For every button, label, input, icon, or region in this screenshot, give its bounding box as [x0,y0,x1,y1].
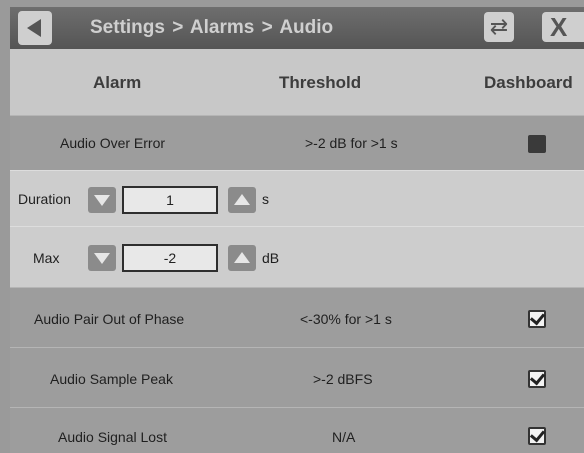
table-row-audio-signal-lost[interactable]: Audio Signal Lost N/A [10,407,584,453]
breadcrumb-separator: > [261,17,273,38]
max-increment-button[interactable] [228,245,256,271]
back-arrow-icon [27,19,41,37]
duration-decrement-button[interactable] [88,187,116,213]
alarm-name: Audio Over Error [60,135,166,151]
duration-increment-button[interactable] [228,187,256,213]
triangle-down-icon [94,253,110,264]
triangle-down-icon [94,195,110,206]
table-row-audio-over-error[interactable]: Audio Over Error >-2 dB for >1 s [10,115,584,171]
checkmark-icon [529,309,546,326]
back-button[interactable] [18,11,52,45]
duration-setting-row: Duration 1 s [10,170,584,227]
swap-icon: ⇄ [489,14,509,39]
triangle-up-icon [234,252,250,263]
audio-alarms-page: Settings > Alarms > Audio ⇄ X Alarm Thre… [0,0,584,453]
max-decrement-button[interactable] [88,245,116,271]
column-header: Alarm Threshold Dashboard [10,49,584,115]
breadcrumb: Settings > Alarms > Audio [90,17,333,39]
checkmark-icon [529,426,546,443]
max-label: Max [33,250,60,266]
swap-button[interactable]: ⇄ [484,12,514,42]
table-row-audio-pair-out-of-phase[interactable]: Audio Pair Out of Phase <-30% for >1 s [10,287,584,347]
dashboard-checkbox[interactable] [528,426,546,445]
alarm-name: Audio Signal Lost [58,429,167,445]
close-icon: X [550,12,568,42]
breadcrumb-audio: Audio [279,17,334,38]
max-value-field[interactable]: -2 [122,244,218,272]
title-bar: Settings > Alarms > Audio ⇄ X [10,7,584,49]
alarm-name: Audio Pair Out of Phase [34,311,185,327]
alarm-threshold: N/A [332,429,356,445]
max-setting-row: Max -2 dB [10,226,584,287]
alarm-threshold: <-30% for >1 s [300,311,392,327]
table-row-audio-sample-peak[interactable]: Audio Sample Peak >-2 dBFS [10,347,584,407]
duration-label: Duration [18,191,71,207]
max-unit: dB [262,250,280,266]
alarm-threshold: >-2 dBFS [313,371,373,387]
alarm-threshold: >-2 dB for >1 s [305,135,398,151]
alarm-name: Audio Sample Peak [50,371,173,387]
column-threshold: Threshold [279,73,362,92]
breadcrumb-settings[interactable]: Settings [90,17,165,38]
breadcrumb-alarms[interactable]: Alarms [190,17,254,38]
dashboard-checkbox[interactable] [528,309,546,328]
duration-unit: s [262,191,269,207]
dashboard-checkbox[interactable] [528,135,546,153]
close-button[interactable]: X [542,12,584,42]
dashboard-checkbox[interactable] [528,369,546,388]
column-alarm: Alarm [93,73,142,92]
column-dashboard: Dashboard [484,73,573,92]
breadcrumb-separator: > [172,17,184,38]
triangle-up-icon [234,194,250,205]
checkmark-icon [529,369,546,386]
duration-value-field[interactable]: 1 [122,186,218,214]
